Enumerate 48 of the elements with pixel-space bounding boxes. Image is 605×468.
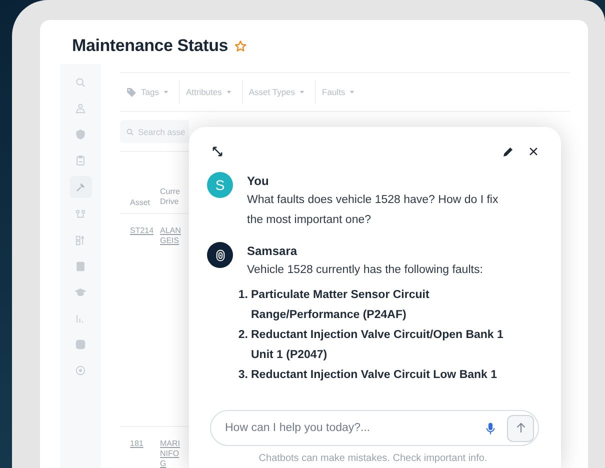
- arrow-up-icon: [514, 422, 526, 434]
- message-author: You: [247, 173, 270, 190]
- disclaimer: Chatbots can make mistakes. Check important info.: [258, 453, 488, 464]
- caret-icon: [226, 89, 232, 95]
- tag-icon: [126, 86, 137, 98]
- filter-dropdown[interactable]: Attributes: [180, 80, 243, 104]
- search-icon: [75, 76, 86, 88]
- filter-dropdown[interactable]: Asset Types: [242, 80, 316, 104]
- filter-dropdown[interactable]: Tags: [120, 80, 180, 104]
- message-text: What faults does vehicle 1528 have? How do I fix the most important one?: [247, 193, 500, 228]
- pencil-icon[interactable]: [502, 146, 514, 158]
- fault-item: Reductant Injection Valve Circuit Low Bank 1: [251, 368, 498, 383]
- chart-icon: [75, 312, 86, 324]
- fingerprint-icon: [214, 248, 226, 262]
- caret-icon: [162, 89, 169, 95]
- caret-icon: [349, 89, 356, 95]
- microphone-icon[interactable]: [484, 422, 497, 434]
- filter-dropdown[interactable]: Faults: [316, 80, 366, 104]
- message-author: Samsara: [247, 243, 298, 260]
- sidebar-item[interactable]: [70, 176, 92, 198]
- caret-icon: [299, 89, 306, 95]
- table-link[interactable]: 181: [130, 439, 156, 449]
- message-input[interactable]: How can I help you today?...: [210, 410, 539, 446]
- table-link[interactable]: MARI NIFO G: [160, 439, 182, 468]
- list-number: 3.: [237, 368, 248, 383]
- list-number: 1.: [237, 288, 248, 303]
- search-icon: [126, 128, 134, 136]
- table-link[interactable]: ST214: [130, 226, 156, 236]
- shield-icon: [75, 128, 86, 140]
- fault-item: Particulate Matter Sensor Circuit Range/Performance (P24AF): [251, 288, 430, 323]
- column-header: Curre Drive: [160, 187, 182, 207]
- star-icon[interactable]: [234, 40, 248, 52]
- column-header: Asset: [129, 198, 152, 207]
- cap-icon: [75, 286, 86, 298]
- table-link[interactable]: ALAN GEIS: [160, 226, 182, 246]
- target-icon: [75, 364, 86, 376]
- grid-icon: [75, 234, 86, 246]
- clipboard-icon: [75, 154, 86, 166]
- page-title: Maintenance Status: [72, 36, 228, 56]
- message-text: Vehicle 1528 currently has the following faults:: [247, 263, 484, 278]
- user-avatar: S: [207, 172, 233, 198]
- fault-item: Reductant Injection Valve Circuit/Open Bank 1 Unit 1 (P2047): [251, 328, 504, 363]
- person-icon: [75, 102, 86, 114]
- route-icon: [75, 208, 86, 220]
- close-icon[interactable]: [528, 146, 539, 157]
- list-number: 2.: [237, 328, 248, 343]
- expand-icon[interactable]: [211, 145, 224, 158]
- send-button[interactable]: [507, 414, 534, 442]
